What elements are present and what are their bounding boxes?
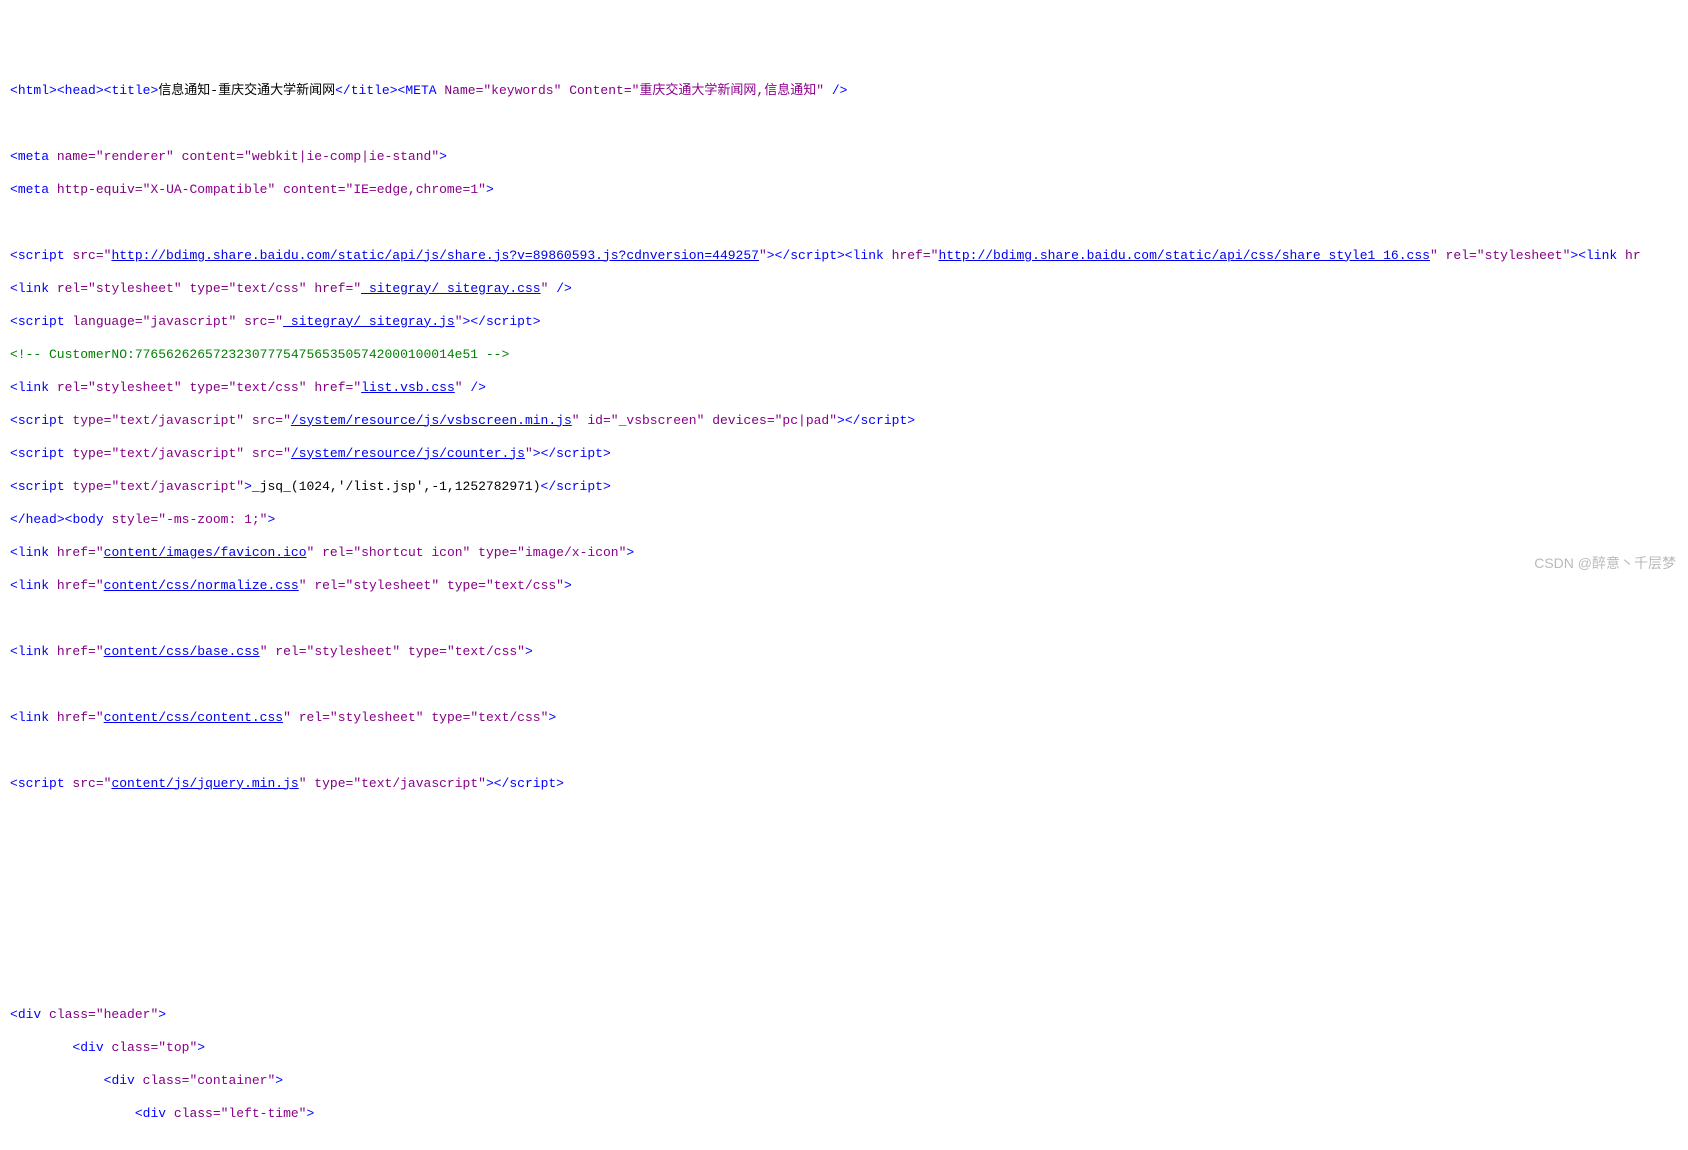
code-line[interactable]: <div class="container">	[10, 1073, 1688, 1090]
code-line[interactable]	[10, 809, 1688, 826]
code-line[interactable]	[10, 116, 1688, 133]
code-line[interactable]: <div class="header">	[10, 1007, 1688, 1024]
code-line[interactable]: <link href="content/images/favicon.ico" …	[10, 545, 1688, 562]
code-line[interactable]: <link href="content/css/base.css" rel="s…	[10, 644, 1688, 661]
file-link[interactable]: _sitegray/_sitegray.css	[361, 281, 540, 296]
code-line[interactable]: <meta name="renderer" content="webkit|ie…	[10, 149, 1688, 166]
code-line[interactable]: <link rel="stylesheet" type="text/css" h…	[10, 281, 1688, 298]
code-line[interactable]	[10, 677, 1688, 694]
external-link[interactable]: http://bdimg.share.baidu.com/static/api/…	[938, 248, 1429, 263]
watermark: CSDN @醉意丶千层梦	[1534, 555, 1676, 572]
file-link[interactable]: content/css/normalize.css	[104, 578, 299, 593]
code-line[interactable]: <link rel="stylesheet" type="text/css" h…	[10, 380, 1688, 397]
code-line[interactable]: <div class="left-time">	[10, 1106, 1688, 1123]
file-link[interactable]: content/css/base.css	[104, 644, 260, 659]
file-link[interactable]: list.vsb.css	[361, 380, 455, 395]
line-gutter	[0, 66, 8, 1150]
code-line[interactable]	[10, 875, 1688, 892]
code-line[interactable]: <div class="top">	[10, 1040, 1688, 1057]
file-link[interactable]: /system/resource/js/vsbscreen.min.js	[291, 413, 572, 428]
code-line[interactable]	[10, 743, 1688, 760]
code-line[interactable]	[10, 215, 1688, 232]
code-line[interactable]: <script src="http://bdimg.share.baidu.co…	[10, 248, 1688, 265]
file-link[interactable]: /system/resource/js/counter.js	[291, 446, 525, 461]
code-line[interactable]	[10, 941, 1688, 958]
file-link[interactable]: content/images/favicon.ico	[104, 545, 307, 560]
code-line[interactable]	[10, 908, 1688, 925]
code-line[interactable]	[10, 974, 1688, 991]
code-line[interactable]: <script type="text/javascript" src="/sys…	[10, 446, 1688, 463]
code-line[interactable]	[10, 611, 1688, 628]
file-link[interactable]: content/js/jquery.min.js	[111, 776, 298, 791]
code-line[interactable]: <!-- CustomerNO:776562626572323077754756…	[10, 347, 1688, 364]
file-link[interactable]: _sitegray/_sitegray.js	[283, 314, 455, 329]
code-line[interactable]: <meta http-equiv="X-UA-Compatible" conte…	[10, 182, 1688, 199]
code-line[interactable]: <script src="content/js/jquery.min.js" t…	[10, 776, 1688, 793]
external-link[interactable]: http://bdimg.share.baidu.com/static/api/…	[111, 248, 759, 263]
code-line[interactable]: <link href="content/css/content.css" rel…	[10, 710, 1688, 727]
file-link[interactable]: content/css/content.css	[104, 710, 283, 725]
code-line[interactable]: </head><body style="-ms-zoom: 1;">	[10, 512, 1688, 529]
code-line[interactable]: <script type="text/javascript" src="/sys…	[10, 413, 1688, 430]
code-body[interactable]: <html><head><title>信息通知-重庆交通大学新闻网</title…	[8, 66, 1688, 1150]
code-line[interactable]: <link href="content/css/normalize.css" r…	[10, 578, 1688, 595]
code-line[interactable]: <script language="javascript" src="_site…	[10, 314, 1688, 331]
code-editor: <html><head><title>信息通知-重庆交通大学新闻网</title…	[0, 66, 1688, 1150]
code-line[interactable]: <html><head><title>信息通知-重庆交通大学新闻网</title…	[10, 83, 1688, 100]
code-line[interactable]: <script type="text/javascript">_jsq_(102…	[10, 479, 1688, 496]
code-line[interactable]	[10, 842, 1688, 859]
